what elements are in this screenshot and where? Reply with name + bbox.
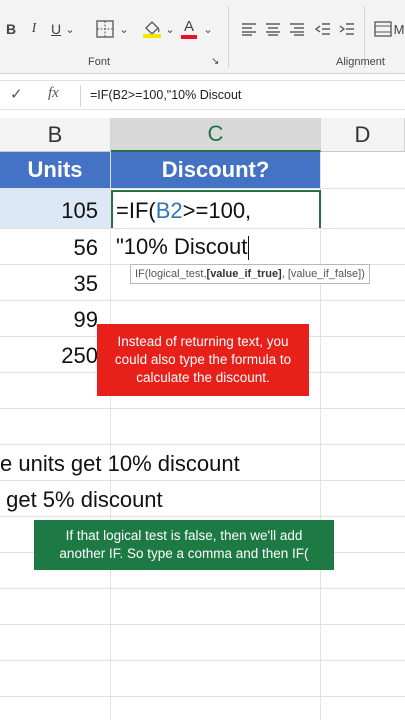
gridline-row [0,696,405,697]
tooltip-rest: , [value_if_false]) [281,268,365,280]
borders-dropdown-icon[interactable]: ⌄ [118,18,130,40]
font-color-label: A [183,18,194,35]
gridline-row [0,624,405,625]
font-color-dropdown-icon[interactable]: ⌄ [202,18,214,40]
font-dialog-launcher-icon[interactable]: ↘ [211,56,219,67]
font-group-label: Font [88,56,111,68]
formula-bar-divider [80,85,81,107]
formula-line-2: "10% Discout [116,234,250,261]
align-right-icon[interactable] [286,18,308,40]
cell-units[interactable]: 250 [0,343,98,369]
gridline-row [0,300,405,301]
gridline-row [0,444,405,445]
tooltip-current-arg[interactable]: [value_if_true] [207,268,282,280]
ribbon-separator [228,6,229,68]
column-header-c[interactable]: C [111,118,321,152]
note-line-2: get 5% discount [0,487,163,512]
underline-button[interactable]: U [48,18,64,40]
formula-suffix: >=100, [182,198,252,223]
column-header-b[interactable]: B [0,118,111,152]
decrease-indent-icon[interactable] [312,18,334,40]
fill-dropdown-icon[interactable]: ⌄ [164,18,176,40]
increase-indent-icon[interactable] [336,18,358,40]
gridline-row [0,516,405,517]
formula-input[interactable]: =IF(B2>=100,"10% Discout [90,88,241,102]
cell-units[interactable]: 105 [0,198,98,224]
font-color-bar [181,35,197,39]
note-line-1: e units get 10% discount [0,451,240,476]
cell-units[interactable]: 99 [0,307,98,333]
formula-prefix: =IF( [116,198,156,223]
formula-text-arg: "10% Discout [116,234,248,259]
ribbon-overflow-label: M [393,21,405,37]
text-caret [248,236,250,261]
gridline-row [0,228,405,229]
formula-line-1: =IF(B2>=100, [116,198,251,224]
green-callout: If that logical test is false, then we'l… [34,520,334,570]
fill-color-bar [143,34,161,38]
function-tooltip: IF(logical_test, [value_if_true], [value… [130,264,370,284]
cell-units[interactable]: 35 [0,271,98,297]
gridline-row [0,408,405,409]
enter-check-icon[interactable]: ✓ [10,85,23,103]
gridline-row [0,480,405,481]
formula-bar: ✓ fx =IF(B2>=100,"10% Discout [0,80,405,110]
red-callout: Instead of returning text, you could als… [97,324,309,396]
header-discount[interactable]: Discount? [111,152,320,188]
fill-color-icon[interactable] [140,18,164,40]
fx-icon[interactable]: fx [48,85,59,102]
gridline-vertical [110,152,111,720]
gridline-row [0,660,405,661]
ribbon-top-strip [0,0,405,6]
italic-button[interactable]: I [26,18,42,40]
alignment-group-label: Alignment [336,56,385,68]
borders-icon[interactable] [92,18,118,40]
merge-center-icon[interactable] [372,18,394,40]
cell-units[interactable]: 56 [0,235,98,261]
underline-dropdown-icon[interactable]: ⌄ [64,18,76,40]
ribbon: B I U ⌄ ⌄ ⌄ A ⌄ M Font ↘ Alignment [0,0,405,74]
header-units[interactable]: Units [0,152,110,188]
gridline-vertical [320,152,321,720]
font-color-button[interactable]: A [178,18,200,40]
column-header-d[interactable]: D [321,118,405,152]
align-left-icon[interactable] [238,18,260,40]
gridline-row [0,588,405,589]
formula-cell-ref: B2 [155,198,183,223]
bold-button[interactable]: B [2,18,20,40]
align-center-icon[interactable] [262,18,284,40]
tooltip-func: IF(logical_test, [135,268,207,280]
